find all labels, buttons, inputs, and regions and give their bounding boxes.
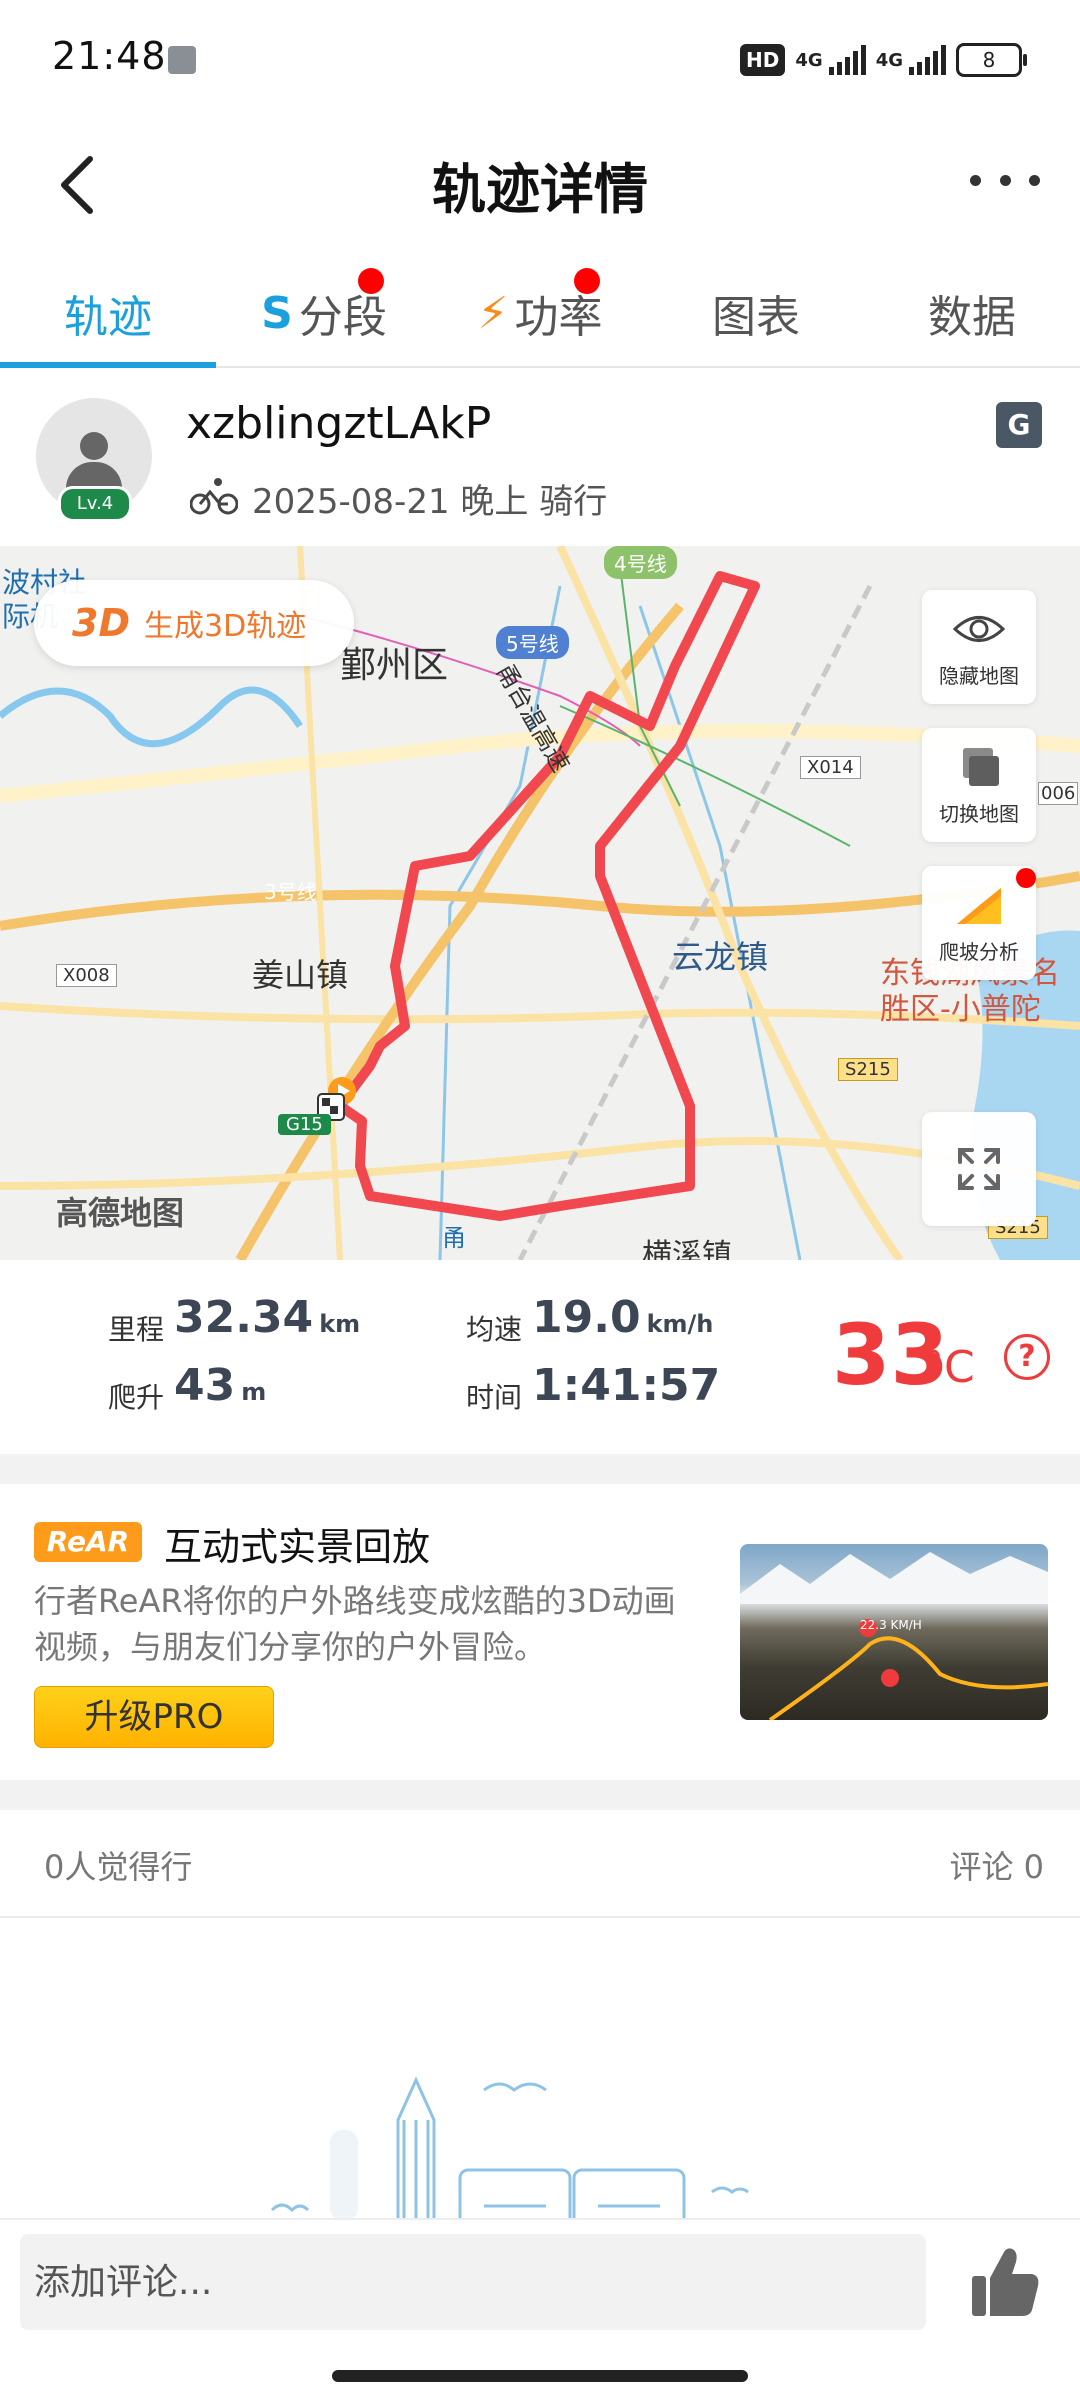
status-indicators: HD 4G 4G 8 xyxy=(740,36,1027,84)
bike-icon xyxy=(190,478,238,515)
tab-charts[interactable]: 图表 xyxy=(648,260,864,366)
avg-speed-unit: km/h xyxy=(646,1310,714,1338)
avg-speed-label: 均速 xyxy=(466,1313,523,1346)
tab-label: 数据 xyxy=(928,292,1016,343)
tab-bar: 轨迹 S 分段 ⚡ 功率 图表 数据 xyxy=(0,260,1080,368)
distance-value: 32.34 km xyxy=(174,1292,360,1343)
section-divider xyxy=(0,1780,1080,1810)
switch-map-label: 切换地图 xyxy=(939,801,1019,826)
map-label-line5: 5号线 xyxy=(496,626,569,659)
promo-thumbnail[interactable]: 22.3 KM/H xyxy=(740,1544,1048,1720)
map-label-district: 鄞州区 xyxy=(340,645,449,686)
share-icon[interactable]: G xyxy=(996,402,1042,448)
level-badge: Lv.4 xyxy=(58,486,132,522)
switch-map-button[interactable]: 切换地图 xyxy=(922,728,1036,842)
climb-number: 43 xyxy=(174,1360,236,1411)
map-label-line3: 3号线 xyxy=(264,880,317,904)
map-label-jiangshan: 姜山镇 xyxy=(252,956,349,994)
map-label-g15: G15 xyxy=(278,1114,331,1135)
distance-unit: km xyxy=(319,1310,361,1338)
home-indicator[interactable] xyxy=(332,2370,748,2382)
map-label-bottom-road: 甬新 xyxy=(442,1224,466,1260)
battery-icon: 8 xyxy=(956,43,1027,77)
climb-value: 43 m xyxy=(174,1360,266,1411)
promo-route-graphic xyxy=(740,1552,1048,1720)
distance-label: 里程 xyxy=(108,1313,165,1346)
temperature-unit: °C xyxy=(922,1342,975,1393)
tab-label: 图表 xyxy=(712,292,800,343)
promo-speed: 22.3 KM/H xyxy=(860,1618,922,1632)
upgrade-pro-button[interactable]: 升级PRO xyxy=(34,1686,274,1748)
slope-icon xyxy=(957,887,1001,924)
ride-meta: 2025-08-21 晚上 骑行 xyxy=(252,482,608,522)
thumbs-up-icon[interactable] xyxy=(968,2244,1040,2320)
promo-title: 互动式实景回放 xyxy=(164,1525,431,1569)
climb-unit: m xyxy=(241,1378,267,1406)
signal-icon-1 xyxy=(828,45,866,75)
map-label-line4: 4号线 xyxy=(604,546,677,579)
generate-3d-label: 生成3D轨迹 xyxy=(143,609,307,644)
notification-dot xyxy=(358,268,384,294)
signal-icon-2 xyxy=(909,45,946,75)
layers-icon xyxy=(963,747,999,786)
map-label-x006: 006 xyxy=(1038,782,1079,805)
rear-logo: ReAR xyxy=(34,1522,142,1562)
time-label: 时间 xyxy=(466,1381,523,1414)
empty-state-illustration xyxy=(270,2076,749,2220)
notification-dot xyxy=(574,268,600,294)
comments-count[interactable]: 评论 0 xyxy=(949,1842,1044,1888)
hide-map-label: 隐藏地图 xyxy=(939,663,1019,688)
map-label-hengxi: 横溪镇 xyxy=(642,1238,732,1260)
network-label-2: 4G xyxy=(875,49,903,71)
divider xyxy=(0,1916,1080,1918)
avg-speed-number: 19.0 xyxy=(532,1292,641,1343)
help-icon[interactable]: ? xyxy=(1004,1334,1050,1380)
page-title: 轨迹详情 xyxy=(432,158,648,221)
climb-label: 爬升 xyxy=(108,1381,165,1414)
comment-input[interactable] xyxy=(20,2234,926,2330)
more-dot-icon xyxy=(970,174,981,186)
tab-segments[interactable]: S 分段 xyxy=(216,260,432,366)
map-brand-logo: 高德地图 xyxy=(56,1194,185,1232)
likes-count[interactable]: 0人觉得行 xyxy=(44,1842,192,1888)
segment-icon: S xyxy=(261,287,293,339)
lightning-icon: ⚡ xyxy=(477,287,509,339)
more-options-button[interactable] xyxy=(970,160,1040,200)
map-label-s215a: S215 xyxy=(838,1058,898,1081)
promo-description: 行者ReAR将你的户外路线变成炫酷的3D动画视频，与朋友们分享你的户外冒险。 xyxy=(34,1582,676,1666)
more-dot-icon xyxy=(1029,174,1040,186)
hd-icon: HD xyxy=(740,44,786,76)
tab-data[interactable]: 数据 xyxy=(864,260,1080,366)
distance-number: 32.34 xyxy=(174,1292,314,1343)
map-label-yunlong: 云龙镇 xyxy=(672,938,769,976)
map-label-x008: X008 xyxy=(56,964,117,987)
wrench-icon xyxy=(168,46,196,74)
avg-speed-value: 19.0 km/h xyxy=(532,1292,713,1343)
status-time: 21:48 xyxy=(52,34,167,78)
network-label-1: 4G xyxy=(795,49,823,71)
more-dot-icon xyxy=(999,174,1011,186)
3d-icon: 3D xyxy=(72,601,130,645)
generate-3d-button[interactable]: 3D 生成3D轨迹 xyxy=(34,580,354,666)
map-label-x014: X014 xyxy=(800,756,861,779)
username[interactable]: xzblingztLAkP xyxy=(186,398,491,449)
tab-track[interactable]: 轨迹 xyxy=(0,260,216,368)
hide-map-button[interactable]: 隐藏地图 xyxy=(922,590,1036,704)
fullscreen-button[interactable] xyxy=(922,1112,1036,1226)
time-value: 1:41:57 xyxy=(532,1360,721,1411)
tab-label: 轨迹 xyxy=(64,292,152,343)
notification-dot xyxy=(1016,868,1036,888)
eye-icon xyxy=(953,615,1005,642)
climb-analysis-label: 爬坡分析 xyxy=(939,939,1019,964)
tab-power[interactable]: ⚡ 功率 xyxy=(432,260,648,366)
section-divider xyxy=(0,1454,1080,1484)
expand-icon xyxy=(958,1148,1000,1190)
